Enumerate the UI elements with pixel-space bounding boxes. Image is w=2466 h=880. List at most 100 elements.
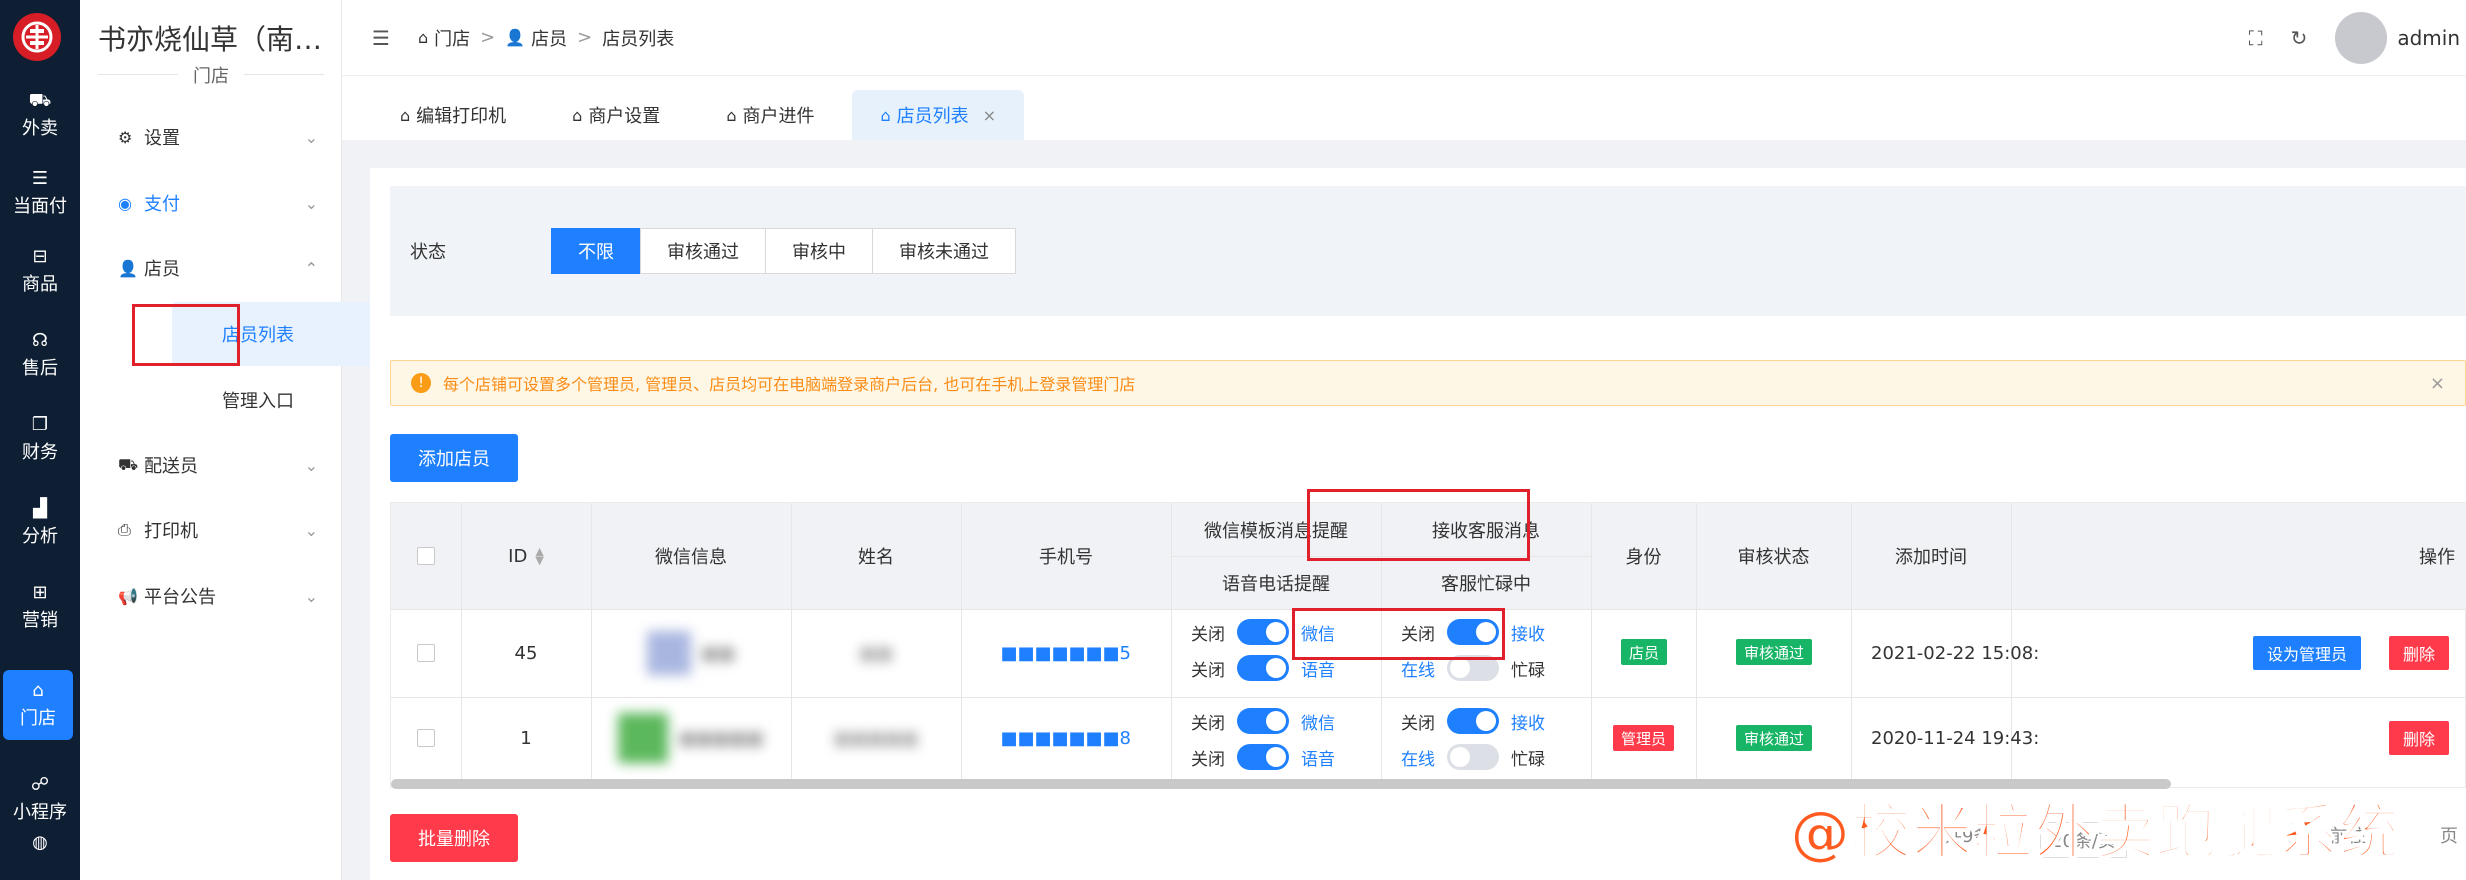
role-badge: 店员 [1621, 639, 1668, 665]
menu-item-label: 店员 [144, 259, 180, 280]
header-voice-call: 语音电话提醒 [1222, 573, 1330, 595]
username[interactable]: admin [2397, 26, 2460, 50]
store-icon: ⌂ [417, 28, 429, 47]
cell-id: 1 [520, 727, 532, 749]
header-actions: ⛶ ↻ admin [2249, 0, 2466, 76]
rail-item-goods[interactable]: ⊟ 商品 [0, 232, 80, 310]
tab-edit-printer[interactable]: ⌂ 编辑打印机 [372, 90, 534, 140]
headset-icon: ☊ [32, 330, 48, 351]
cs-msg-switch[interactable]: 关闭 接收 [1401, 708, 1545, 734]
header-id[interactable]: ID ▲ ▼ [461, 503, 591, 609]
breadcrumb-item[interactable]: 门店 [434, 25, 470, 51]
breadcrumb-item[interactable]: 店员 [531, 25, 567, 51]
chevron-down-icon: ⌄ [304, 586, 318, 606]
menu-item-label: 支付 [144, 194, 180, 215]
menu-fold-icon[interactable]: ☰ [372, 26, 390, 50]
close-icon[interactable]: × [983, 106, 996, 125]
brand-logo[interactable] [13, 13, 61, 61]
rail-item-label: 小程序 [13, 802, 67, 823]
delete-button[interactable]: 删除 [2389, 636, 2450, 670]
batch-delete-button[interactable]: 批量删除 [390, 814, 518, 862]
rail-item-analytics[interactable]: ▟ 分析 [0, 484, 80, 562]
rail-item-after-sales[interactable]: ☊ 售后 [0, 316, 80, 394]
tab-merchant-onboarding[interactable]: ⌂ 商户进件 [698, 90, 842, 140]
shop-subtitle: 门店 [80, 62, 342, 88]
tab-merchant-settings[interactable]: ⌂ 商户设置 [544, 90, 688, 140]
annotation-box [132, 304, 240, 366]
rail-item-marketing[interactable]: ⊞ 营销 [0, 568, 80, 646]
refresh-icon[interactable]: ↻ [2291, 26, 2308, 50]
tab-staff-list[interactable]: ⌂ 店员列表 × [852, 90, 1025, 140]
cell-phone[interactable]: ■■■■■■■5 [961, 609, 1171, 697]
switch-off-label: 关闭 [1191, 660, 1225, 681]
wechat-avatar [646, 631, 691, 675]
menu-item-staff[interactable]: 👤 店员 ⌃ [118, 248, 318, 288]
rail-item-more[interactable]: ◍ [0, 832, 80, 880]
filter-option-approved[interactable]: 审核通过 [640, 228, 766, 274]
menu-item-announcement[interactable]: 📢 平台公告 ⌄ [118, 576, 318, 616]
filter-option-all[interactable]: 不限 [551, 228, 641, 274]
header-label: ID [508, 545, 528, 567]
cell-name: ■■■■■ [833, 727, 919, 749]
header-status: 审核状态 [1737, 547, 1810, 568]
copy-icon: ❐ [31, 414, 49, 435]
set-admin-button[interactable]: 设为管理员 [2253, 636, 2362, 670]
add-staff-button[interactable]: 添加店员 [390, 434, 518, 482]
menu-item-printer[interactable]: ⎙ 打印机 ⌄ [118, 510, 318, 550]
menu-item-couriers[interactable]: ⛟ 配送员 ⌄ [118, 445, 318, 485]
select-all-checkbox[interactable] [417, 547, 435, 565]
filter-label: 状态 [410, 242, 446, 263]
toggle-switch[interactable] [1237, 655, 1289, 681]
store-icon: ⌂ [726, 105, 737, 125]
header-phone: 手机号 [1039, 547, 1093, 568]
header-ops: 操作 [2419, 547, 2455, 568]
printer-icon: ⎙ [118, 520, 131, 539]
cell-id: 45 [514, 642, 538, 664]
switch-off-label: 关闭 [1401, 713, 1435, 734]
row-checkbox[interactable] [417, 644, 435, 662]
menu-item-label: 平台公告 [144, 587, 216, 608]
toggle-switch[interactable] [1447, 708, 1499, 734]
rail-item-takeout[interactable]: ⛟ 外卖 [0, 76, 80, 154]
wechat-nickname: ■■ [700, 642, 735, 664]
row-checkbox[interactable] [417, 729, 435, 747]
row-select-cell [391, 697, 461, 779]
filter-option-rejected[interactable]: 审核未通过 [872, 228, 1016, 274]
cell-phone[interactable]: ■■■■■■■8 [961, 697, 1171, 779]
toggle-switch[interactable] [1237, 619, 1289, 645]
rail-item-label: 门店 [20, 708, 56, 729]
rail-item-face-pay[interactable]: ☰ 当面付 [0, 154, 80, 232]
switch-off-label: 在线 [1401, 749, 1435, 770]
filter-option-pending[interactable]: 审核中 [765, 228, 873, 274]
menu-item-payment[interactable]: ◉ 支付 ⌄ [118, 183, 318, 223]
gift-icon: ⊟ [32, 246, 48, 267]
sort-icon[interactable]: ▲ ▼ [535, 546, 543, 566]
rail-item-label: 售后 [22, 358, 58, 379]
cell-wechat: ■■ [591, 609, 791, 697]
delete-button[interactable]: 删除 [2389, 721, 2450, 755]
icon-rail: ⛟ 外卖 ☰ 当面付 ⊟ 商品 ☊ 售后 ❐ 财务 ▟ 分析 ⊞ 营销 ⌂ 门店… [0, 0, 80, 880]
rail-item-label: 当面付 [13, 196, 67, 217]
user-icon: 👤 [505, 28, 526, 47]
rail-item-store[interactable]: ⌂ 门店 [3, 670, 73, 740]
toggle-switch[interactable] [1447, 744, 1499, 770]
toggle-switch[interactable] [1237, 708, 1289, 734]
store-icon: ⌂ [572, 105, 583, 125]
rail-item-finance[interactable]: ❐ 财务 [0, 400, 80, 478]
fullscreen-icon[interactable]: ⛶ [2249, 26, 2263, 50]
cs-busy-switch[interactable]: 在线 忙碌 [1401, 744, 1545, 770]
voice-call-switch[interactable]: 关闭 语音 [1191, 744, 1335, 770]
avatar[interactable] [2335, 12, 2388, 64]
switch-off-label: 关闭 [1191, 713, 1225, 734]
template-msg-switch[interactable]: 关闭 微信 [1191, 708, 1335, 734]
wechat-icon: ☍ [30, 774, 50, 795]
switch-on-label: 忙碌 [1511, 749, 1545, 770]
top-header: ☰ ⌂ 门店 > 👤 店员 > 店员列表 ⛶ ↻ admin [342, 0, 2466, 76]
menu-item-settings[interactable]: ⚙ 设置 ⌄ [118, 117, 318, 157]
toggle-switch[interactable] [1237, 744, 1289, 770]
rail-item-mini-program[interactable]: ☍ 小程序 [0, 760, 80, 838]
close-icon[interactable]: × [2430, 373, 2445, 394]
header-cs-busy: 客服忙碌中 [1441, 573, 1531, 595]
chevron-up-icon: ⌃ [304, 258, 318, 278]
header-time: 添加时间 [1895, 547, 1967, 568]
